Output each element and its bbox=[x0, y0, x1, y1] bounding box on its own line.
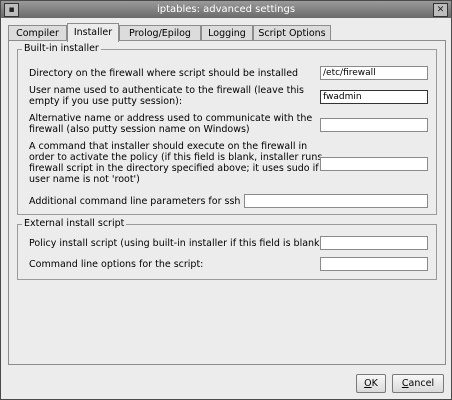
external-install-group: External install script Policy install s… bbox=[17, 218, 437, 280]
builtin-installer-group: Built-in installer Directory on the fire… bbox=[17, 43, 437, 215]
policy-script-input[interactable] bbox=[320, 236, 428, 250]
window-menu-icon[interactable]: ▪ bbox=[4, 3, 19, 17]
tab-prolog-epilog[interactable]: Prolog/Epilog bbox=[119, 25, 201, 41]
activate-cmd-label-line1: A command that installer should execute … bbox=[29, 141, 308, 152]
activate-cmd-label-line2: order to activate the policy (if this fi… bbox=[29, 152, 323, 163]
tab-logging[interactable]: Logging bbox=[201, 25, 253, 41]
alt-address-label-line2: firewall (also putty session name on Win… bbox=[29, 124, 250, 135]
tab-compiler[interactable]: Compiler bbox=[8, 25, 67, 41]
install-dir-label: Directory on the firewall where script s… bbox=[29, 68, 299, 79]
ok-button[interactable]: OK bbox=[356, 374, 386, 393]
activate-cmd-label-line4: user name is not 'root') bbox=[29, 174, 140, 185]
tab-installer[interactable]: Installer bbox=[67, 23, 119, 42]
script-options-label: Command line options for the script: bbox=[29, 259, 204, 270]
activate-cmd-input[interactable] bbox=[320, 157, 428, 171]
install-dir-input[interactable] bbox=[320, 66, 428, 80]
policy-script-label: Policy install script (using built-in in… bbox=[29, 238, 327, 249]
window-title: iptables: advanced settings bbox=[156, 4, 296, 15]
user-name-input[interactable] bbox=[320, 90, 428, 104]
tab-script-options[interactable]: Script Options bbox=[253, 25, 331, 41]
activate-cmd-label-line3: firewall script in the directory specifi… bbox=[29, 163, 319, 174]
user-name-label-line1: User name used to authenticate to the fi… bbox=[29, 85, 304, 96]
alt-address-input[interactable] bbox=[320, 118, 428, 132]
ok-mnemonic: O bbox=[364, 378, 372, 389]
alt-address-label-line1: Alternative name or address used to comm… bbox=[29, 113, 313, 124]
title-bar[interactable]: ▪ iptables: advanced settings ✕ bbox=[1, 1, 451, 18]
ok-label: K bbox=[371, 378, 378, 389]
builtin-installer-title: Built-in installer bbox=[22, 43, 101, 54]
advanced-settings-window: ▪ iptables: advanced settings ✕ Compiler… bbox=[0, 0, 452, 400]
installer-page: Built-in installer Directory on the fire… bbox=[8, 40, 446, 365]
external-install-title: External install script bbox=[22, 218, 127, 229]
user-name-label-line2: empty if you use putty session): bbox=[29, 96, 183, 107]
ssh-params-label: Additional command line parameters for s… bbox=[29, 196, 241, 207]
ssh-params-input[interactable] bbox=[244, 194, 428, 208]
cancel-button[interactable]: Cancel bbox=[392, 374, 444, 393]
script-options-input[interactable] bbox=[320, 257, 428, 271]
close-icon[interactable]: ✕ bbox=[433, 3, 448, 17]
cancel-label: ancel bbox=[408, 378, 435, 389]
cancel-mnemonic: C bbox=[401, 378, 409, 389]
